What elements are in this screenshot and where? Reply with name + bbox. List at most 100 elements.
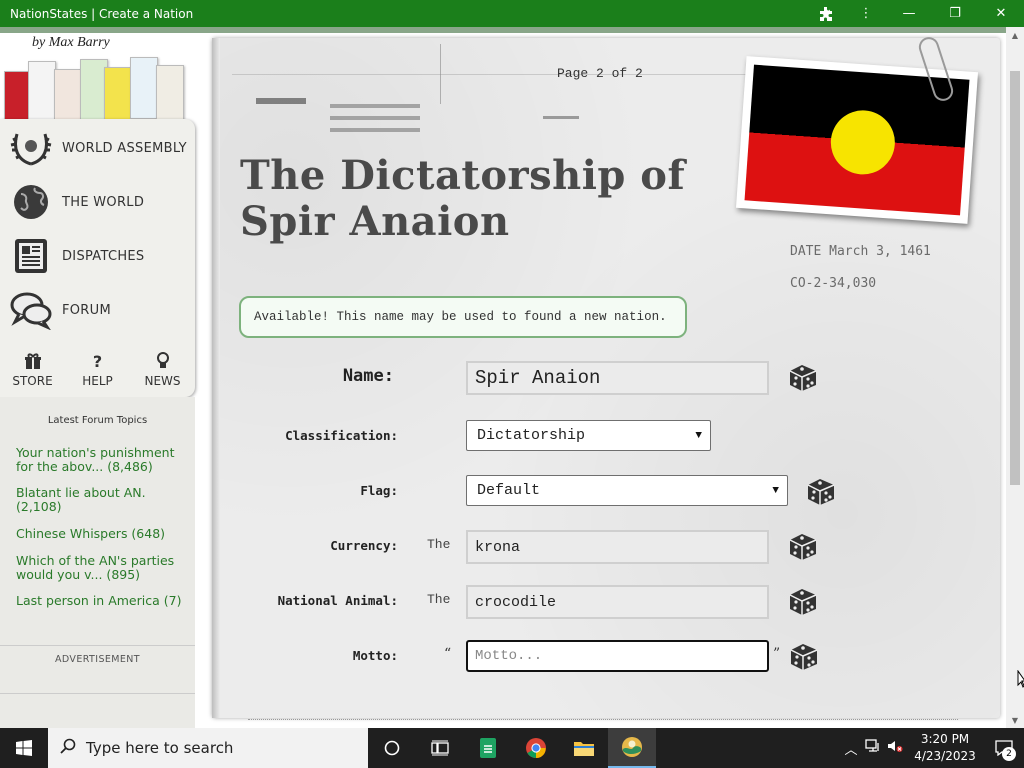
newspaper-icon bbox=[8, 234, 54, 278]
classification-select[interactable]: Dictatorship ▼ bbox=[466, 420, 711, 451]
window-title: NationStates | Create a Nation bbox=[10, 6, 194, 21]
sidebar-nav: WORLD ASSEMBLY THE WORLD DISPATCHES FORU… bbox=[0, 119, 195, 397]
extensions-icon[interactable] bbox=[806, 0, 846, 27]
currency-input[interactable]: krona bbox=[466, 530, 769, 564]
faint-print bbox=[330, 104, 420, 108]
help-label: HELP bbox=[82, 374, 113, 388]
more-menu-icon[interactable]: ⋮ bbox=[846, 0, 886, 27]
sidebar-item-forum[interactable]: FORUM bbox=[8, 285, 193, 335]
vertical-scrollbar[interactable]: ▲ ▼ bbox=[1006, 27, 1024, 728]
randomize-animal-dice-icon[interactable] bbox=[786, 583, 820, 617]
flag-select[interactable]: Default ▼ bbox=[466, 475, 788, 506]
national-animal-label: National Animal: bbox=[277, 593, 398, 608]
motto-close-quote: ” bbox=[773, 646, 781, 662]
sheets-app-icon[interactable] bbox=[464, 728, 512, 768]
name-input[interactable]: Spir Anaion bbox=[466, 361, 769, 395]
restore-button[interactable]: ❐ bbox=[932, 0, 978, 27]
system-tray: ︿ 3:20 PM 4/23/2023 2 bbox=[840, 728, 1024, 768]
volume-muted-icon[interactable] bbox=[884, 739, 906, 757]
sidebar-item-the-world[interactable]: THE WORLD bbox=[8, 177, 193, 227]
scroll-down-arrow-icon[interactable]: ▼ bbox=[1006, 712, 1024, 728]
banner-strip bbox=[0, 27, 1006, 33]
close-button[interactable]: ✕ bbox=[978, 0, 1024, 27]
motto-open-quote: “ bbox=[444, 646, 452, 662]
availability-message: Available! This name may be used to foun… bbox=[239, 296, 687, 338]
chevron-down-icon: ▼ bbox=[772, 484, 779, 497]
flag-label: Flag: bbox=[360, 483, 398, 498]
sidebar-item-label: WORLD ASSEMBLY bbox=[62, 140, 187, 156]
book-cover bbox=[130, 57, 158, 119]
divider bbox=[0, 693, 195, 694]
sidebar-mini-links: STORE ? HELP NEWS bbox=[0, 345, 195, 395]
forum-topic-link[interactable]: Last person in America (7) bbox=[16, 594, 188, 608]
scroll-up-arrow-icon[interactable]: ▲ bbox=[1006, 27, 1024, 43]
forum-topic-link[interactable]: Your nation's punishment for the abov...… bbox=[16, 446, 188, 474]
animal-prefix: The bbox=[427, 592, 451, 607]
store-link[interactable]: STORE bbox=[0, 345, 65, 395]
sidebar-item-label: DISPATCHES bbox=[62, 248, 145, 264]
notification-count: 2 bbox=[1002, 747, 1016, 761]
national-animal-input[interactable]: crocodile bbox=[466, 585, 769, 619]
minimize-button[interactable]: — bbox=[886, 0, 932, 27]
name-label: Name: bbox=[342, 366, 394, 386]
start-button[interactable] bbox=[0, 728, 48, 768]
byline: by Max Barry bbox=[32, 35, 110, 50]
date-stamp: DATE March 3, 1461 bbox=[790, 244, 931, 259]
active-app-icon[interactable] bbox=[608, 728, 656, 768]
clock[interactable]: 3:20 PM 4/23/2023 bbox=[906, 731, 984, 765]
store-label: STORE bbox=[12, 374, 53, 388]
randomize-currency-dice-icon[interactable] bbox=[786, 528, 820, 562]
help-link[interactable]: ? HELP bbox=[65, 345, 130, 395]
search-icon bbox=[60, 738, 76, 758]
randomize-name-dice-icon[interactable] bbox=[786, 359, 820, 393]
faint-print bbox=[330, 128, 420, 132]
taskbar-search-box[interactable]: Type here to search bbox=[48, 728, 368, 768]
nation-title-line1: The Dictatorship of bbox=[240, 152, 686, 199]
classification-label: Classification: bbox=[285, 428, 398, 443]
motto-label: Motto: bbox=[352, 648, 398, 663]
nation-title-line2: Spir Anaion bbox=[240, 198, 510, 245]
randomize-flag-dice-icon[interactable] bbox=[804, 473, 838, 507]
task-view-icon[interactable] bbox=[416, 728, 464, 768]
forum-heading: Latest Forum Topics bbox=[47, 415, 148, 426]
window-titlebar: NationStates | Create a Nation ⋮ — ❐ ✕ bbox=[0, 0, 1024, 27]
nation-title: The Dictatorship of Spir Anaion bbox=[240, 153, 685, 245]
motto-input[interactable] bbox=[475, 648, 767, 664]
news-link[interactable]: NEWS bbox=[130, 345, 195, 395]
paper-rule bbox=[440, 44, 441, 104]
classification-value: Dictatorship bbox=[477, 427, 586, 444]
code-stamp: CO-2-34,030 bbox=[790, 276, 877, 291]
book-cover bbox=[156, 65, 184, 127]
page-indicator: Page 2 of 2 bbox=[557, 66, 643, 81]
sidebar-item-label: FORUM bbox=[62, 302, 111, 318]
taskbar: Type here to search ︿ 3:20 PM 4/23/2023 … bbox=[0, 728, 1024, 768]
forum-topic-link[interactable]: Blatant lie about AN. (2,108) bbox=[16, 486, 188, 514]
clock-date: 4/23/2023 bbox=[914, 749, 976, 763]
gift-icon bbox=[24, 352, 42, 372]
network-icon[interactable] bbox=[862, 739, 884, 757]
motto-field[interactable] bbox=[466, 640, 769, 672]
book-cover bbox=[28, 61, 56, 123]
forum-topic-link[interactable]: Which of the AN's parties would you v...… bbox=[16, 554, 188, 582]
notifications-button[interactable]: 2 bbox=[984, 728, 1024, 768]
scrollbar-thumb[interactable] bbox=[1010, 71, 1020, 485]
faint-print bbox=[256, 98, 306, 104]
dotted-divider bbox=[248, 719, 958, 720]
chevron-up-icon[interactable]: ︿ bbox=[840, 739, 862, 758]
chevron-down-icon: ▼ bbox=[695, 429, 702, 442]
file-explorer-icon[interactable] bbox=[560, 728, 608, 768]
chrome-icon[interactable] bbox=[512, 728, 560, 768]
divider bbox=[0, 645, 195, 646]
flag-value: Default bbox=[477, 482, 541, 499]
sidebar-item-dispatches[interactable]: DISPATCHES bbox=[8, 231, 193, 281]
faint-print bbox=[543, 116, 579, 119]
currency-label: Currency: bbox=[330, 538, 398, 553]
forum-topic-link[interactable]: Chinese Whispers (648) bbox=[16, 527, 188, 541]
sidebar-item-world-assembly[interactable]: WORLD ASSEMBLY bbox=[8, 123, 193, 173]
paper-edge bbox=[212, 38, 220, 718]
randomize-motto-dice-icon[interactable] bbox=[787, 638, 821, 672]
mouse-cursor-icon bbox=[1017, 670, 1024, 688]
speech-bubbles-icon bbox=[8, 288, 54, 332]
cortana-icon[interactable] bbox=[368, 728, 416, 768]
sidebar-item-label: THE WORLD bbox=[62, 194, 145, 210]
